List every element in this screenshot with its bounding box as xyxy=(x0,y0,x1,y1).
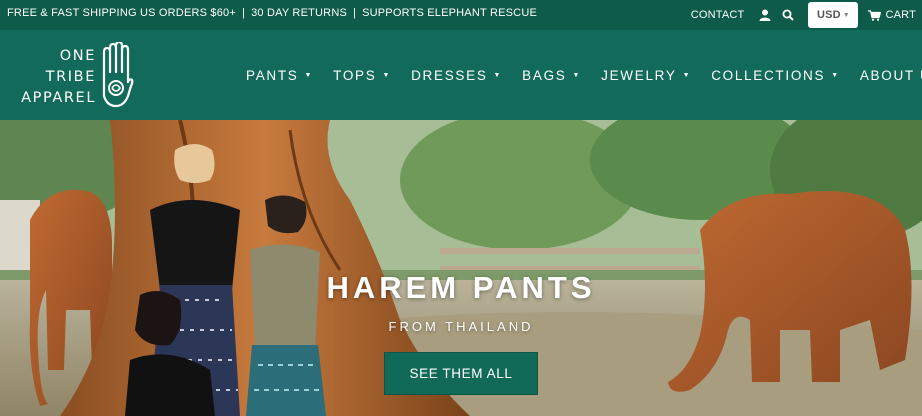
chevron-down-icon: ▼ xyxy=(304,72,314,79)
chevron-down-icon: ▼ xyxy=(572,72,582,79)
nav-item-bags[interactable]: BAGS ▼ xyxy=(522,68,581,83)
logo-line-apparel: APPAREL xyxy=(21,90,96,106)
nav-item-label: DRESSES xyxy=(411,68,488,83)
nav-item-label: TOPS xyxy=(333,68,377,83)
promo-shipping: FREE & FAST SHIPPING US ORDERS $60+ xyxy=(7,6,237,19)
hero-subtitle: FROM THAILAND xyxy=(388,319,534,334)
promo-separator: | xyxy=(353,6,357,19)
hero-banner: HAREM PANTS FROM THAILAND SEE THEM ALL xyxy=(0,120,922,416)
nav-item-dresses[interactable]: DRESSES ▼ xyxy=(411,68,502,83)
logo-line-one: ONE xyxy=(59,48,96,64)
chevron-down-icon: ▼ xyxy=(382,72,392,79)
nav-item-label: COLLECTIONS xyxy=(711,68,826,83)
nav-item-label: BAGS xyxy=(522,68,567,83)
utility-links: CONTACT USD ▼ CART xyxy=(691,0,922,30)
nav-item-about-us[interactable]: ABOUT US ▼ xyxy=(860,68,922,83)
cart-link[interactable]: CART xyxy=(868,9,916,21)
promo-separator: | xyxy=(242,6,246,19)
logo-wordmark: ONE TRIBE APPAREL xyxy=(10,46,96,109)
currency-value: USD xyxy=(816,9,841,21)
user-icon[interactable] xyxy=(754,4,776,26)
site-header: ONE TRIBE APPAREL PANTS ▼ TOPS ▼ DRESSES… xyxy=(0,30,922,120)
contact-link[interactable]: CONTACT xyxy=(691,9,745,21)
hamsa-hand-icon xyxy=(102,42,134,108)
nav-item-label: ABOUT US xyxy=(859,68,922,83)
promo-messages: FREE & FAST SHIPPING US ORDERS $60+ | 30… xyxy=(0,7,537,19)
see-them-all-button[interactable]: SEE THEM ALL xyxy=(384,352,538,395)
cart-label: CART xyxy=(885,9,916,21)
main-navigation: PANTS ▼ TOPS ▼ DRESSES ▼ BAGS ▼ JEWELRY … xyxy=(246,68,922,83)
chevron-down-icon: ▼ xyxy=(682,72,692,79)
announcement-bar: FREE & FAST SHIPPING US ORDERS $60+ | 30… xyxy=(0,0,922,30)
cart-icon xyxy=(868,9,882,21)
nav-item-pants[interactable]: PANTS ▼ xyxy=(246,68,313,83)
chevron-down-icon: ▼ xyxy=(493,72,503,79)
chevron-down-icon: ▼ xyxy=(831,72,840,79)
promo-returns: 30 DAY RETURNS xyxy=(251,6,347,19)
nav-item-jewelry[interactable]: JEWELRY ▼ xyxy=(601,68,691,83)
promo-elephant-rescue: SUPPORTS ELEPHANT RESCUE xyxy=(362,6,538,19)
nav-item-label: JEWELRY xyxy=(601,68,677,83)
currency-selector[interactable]: USD ▼ xyxy=(808,2,859,28)
nav-item-collections[interactable]: COLLECTIONS ▼ xyxy=(711,68,840,83)
logo-line-tribe: TRIBE xyxy=(45,69,96,85)
chevron-down-icon: ▼ xyxy=(842,11,850,19)
nav-item-tops[interactable]: TOPS ▼ xyxy=(333,68,391,83)
brand-logo[interactable]: ONE TRIBE APPAREL xyxy=(8,42,136,110)
search-icon[interactable] xyxy=(777,4,799,26)
hero-title: HAREM PANTS xyxy=(326,270,596,305)
nav-item-label: PANTS xyxy=(246,68,299,83)
